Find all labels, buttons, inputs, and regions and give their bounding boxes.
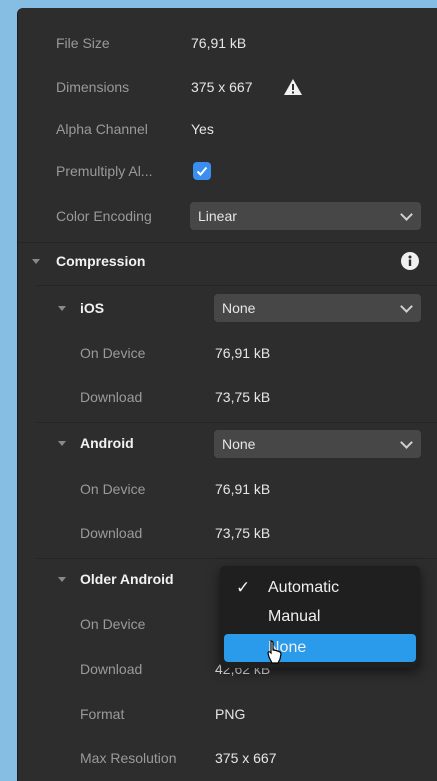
disclosure-triangle-icon[interactable]: [58, 306, 66, 311]
alpha-channel-label: Alpha Channel: [56, 121, 148, 137]
menu-item-none[interactable]: None: [224, 634, 416, 662]
premultiply-checkbox[interactable]: [193, 162, 211, 180]
menu-item-automatic[interactable]: ✓ Automatic: [220, 574, 420, 602]
info-icon[interactable]: [401, 252, 419, 270]
ios-compression-select[interactable]: None: [214, 294, 421, 322]
disclosure-triangle-icon[interactable]: [58, 577, 66, 582]
android-download-value: 73,75 kB: [215, 525, 271, 541]
ios-compression-value: None: [222, 300, 256, 316]
ios-download-label: Download: [80, 389, 143, 405]
checkmark-icon: ✓: [236, 578, 251, 597]
compression-header[interactable]: Compression: [56, 253, 145, 269]
ios-on-device-label: On Device: [80, 345, 146, 361]
ios-download-value: 73,75 kB: [215, 389, 271, 405]
older-android-download-label: Download: [80, 661, 143, 677]
older-android-on-device-label: On Device: [80, 616, 146, 632]
ios-on-device-value: 76,91 kB: [215, 345, 271, 361]
android-section-header[interactable]: Android: [80, 435, 134, 451]
chevron-down-icon: [400, 300, 413, 313]
file-size-label: File Size: [56, 35, 110, 51]
menu-item-manual[interactable]: Manual: [220, 603, 420, 631]
warning-icon[interactable]: [283, 78, 303, 96]
older-android-section-header[interactable]: Older Android: [80, 571, 174, 587]
divider: [36, 285, 437, 286]
android-on-device-value: 76,91 kB: [215, 481, 271, 497]
dimensions-label: Dimensions: [56, 79, 130, 95]
color-encoding-value: Linear: [198, 208, 237, 224]
alpha-channel-value: Yes: [191, 121, 214, 137]
format-label: Format: [80, 706, 125, 722]
android-compression-select[interactable]: None: [214, 430, 421, 458]
compression-dropdown-menu: ✓ Automatic Manual None: [220, 566, 420, 668]
divider: [36, 558, 437, 559]
pointer-cursor-icon: [267, 640, 283, 664]
disclosure-triangle-icon[interactable]: [32, 259, 40, 264]
format-value: PNG: [215, 706, 246, 722]
disclosure-triangle-icon[interactable]: [58, 441, 66, 446]
file-size-value: 76,91 kB: [191, 35, 247, 51]
checkmark-icon: [196, 166, 208, 176]
divider: [18, 242, 437, 243]
divider: [36, 422, 437, 423]
max-resolution-value: 375 x 667: [215, 750, 277, 766]
chevron-down-icon: [400, 208, 413, 221]
android-compression-value: None: [222, 436, 256, 452]
ios-section-header[interactable]: iOS: [80, 300, 104, 316]
premultiply-label: Premultiply Al...: [56, 163, 153, 179]
color-encoding-select[interactable]: Linear: [190, 202, 421, 230]
color-encoding-label: Color Encoding: [56, 208, 152, 224]
chevron-down-icon: [400, 436, 413, 449]
android-on-device-label: On Device: [80, 481, 146, 497]
dimensions-value: 375 x 667: [191, 79, 253, 95]
max-resolution-label: Max Resolution: [80, 750, 177, 766]
android-download-label: Download: [80, 525, 143, 541]
inspector-panel: File Size 76,91 kB Dimensions 375 x 667 …: [18, 8, 437, 781]
